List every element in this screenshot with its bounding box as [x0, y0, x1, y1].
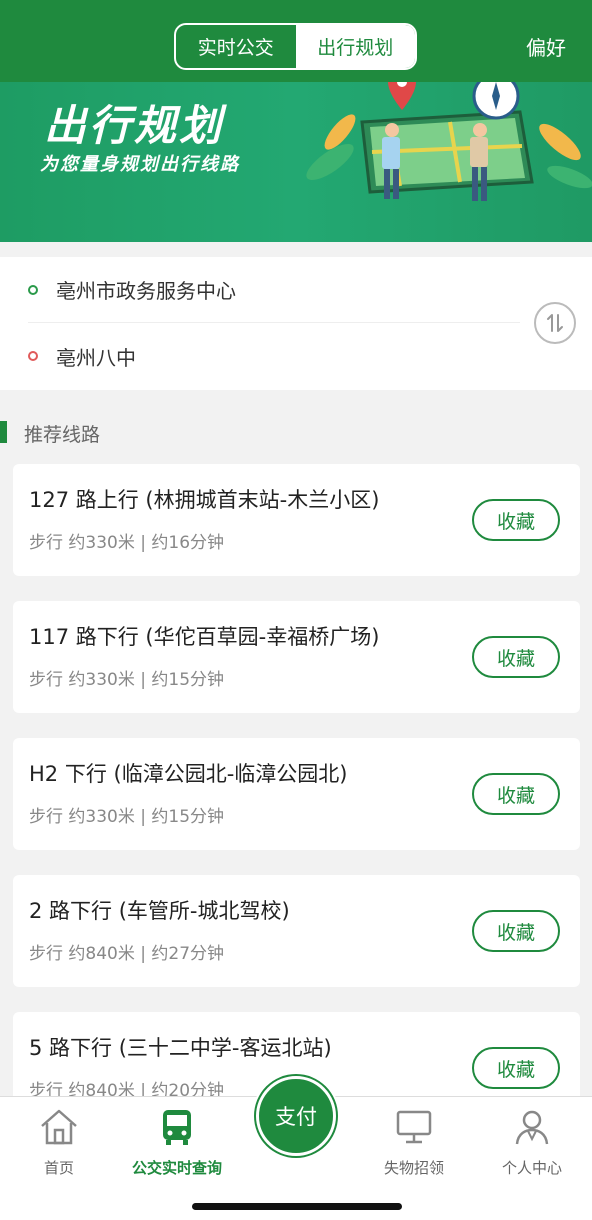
- tab-trip-planning[interactable]: 出行规划: [295, 25, 415, 68]
- map-illustration-icon: [306, 82, 592, 201]
- mode-segmented-control: 实时公交 出行规划: [174, 23, 417, 70]
- route-name: 127 路上行 (林拥城首末站-木兰小区): [29, 488, 380, 512]
- banner-subtitle: 为您量身规划出行线路: [40, 154, 240, 175]
- home-indicator[interactable]: [192, 1203, 402, 1210]
- tab-profile[interactable]: 个人中心: [477, 1105, 587, 1178]
- list-item[interactable]: 2 路下行 (车管所-城北驾校) 步行 约840米 | 约27分钟 收藏: [13, 875, 580, 987]
- origin-text: 亳州市政务服务中心: [56, 279, 236, 303]
- destination-dot-icon: [28, 351, 38, 361]
- favorite-button[interactable]: 收藏: [472, 910, 560, 952]
- tab-lost-found-label: 失物招领: [383, 1159, 444, 1177]
- tab-realtime-bus[interactable]: 实时公交: [176, 25, 296, 68]
- preference-button[interactable]: 偏好: [526, 32, 566, 61]
- favorite-button[interactable]: 收藏: [472, 636, 560, 678]
- route-meta: 步行 约330米 | 约16分钟: [29, 533, 225, 553]
- section-title: 推荐线路: [24, 424, 101, 446]
- route-meta: 步行 约330米 | 约15分钟: [29, 807, 225, 827]
- route-name: 117 路下行 (华佗百草园-幸福桥广场): [29, 625, 380, 649]
- home-icon: [4, 1105, 114, 1149]
- bus-icon: [122, 1105, 232, 1149]
- person-icon: [477, 1105, 587, 1149]
- pay-button-label: 支付: [256, 1076, 336, 1156]
- tab-profile-label: 个人中心: [501, 1159, 562, 1177]
- list-item[interactable]: H2 下行 (临漳公园北-临漳公园北) 步行 约330米 | 约15分钟 收藏: [13, 738, 580, 850]
- destination-text: 亳州八中: [56, 345, 136, 370]
- route-input-card: 亳州市政务服务中心 亳州八中: [0, 257, 592, 390]
- origin-dot-icon: [28, 284, 38, 295]
- favorite-button[interactable]: 收藏: [472, 499, 560, 541]
- tab-bus-realtime[interactable]: 公交实时查询: [122, 1105, 232, 1178]
- banner-title: 出行规划: [44, 101, 225, 150]
- trip-planning-banner: 出行规划 为您量身规划出行线路: [0, 82, 592, 242]
- list-item[interactable]: 127 路上行 (林拥城首末站-木兰小区) 步行 约330米 | 约16分钟 收…: [13, 464, 580, 576]
- favorite-button[interactable]: 收藏: [472, 773, 560, 815]
- destination-field[interactable]: 亳州八中: [28, 323, 520, 389]
- route-meta: 步行 约840米 | 约27分钟: [29, 944, 225, 964]
- section-accent-bar: [0, 421, 7, 443]
- tab-lost-found[interactable]: 失物招领: [359, 1105, 469, 1178]
- top-header: 实时公交 出行规划 偏好: [0, 0, 592, 82]
- tab-bus-realtime-label: 公交实时查询: [131, 1159, 222, 1177]
- swap-vertical-icon[interactable]: [534, 302, 576, 344]
- tab-home[interactable]: 首页: [4, 1105, 114, 1178]
- monitor-icon: [359, 1105, 469, 1149]
- pay-button[interactable]: 支付: [252, 1072, 340, 1160]
- favorite-button[interactable]: 收藏: [472, 1047, 560, 1089]
- route-name: 2 路下行 (车管所-城北驾校): [29, 899, 290, 923]
- route-name: 5 路下行 (三十二中学-客运北站): [29, 1036, 332, 1060]
- route-name: H2 下行 (临漳公园北-临漳公园北): [29, 762, 348, 786]
- origin-field[interactable]: 亳州市政务服务中心: [28, 257, 520, 323]
- route-meta: 步行 约330米 | 约15分钟: [29, 670, 225, 690]
- list-item[interactable]: 117 路下行 (华佗百草园-幸福桥广场) 步行 约330米 | 约15分钟 收…: [13, 601, 580, 713]
- tab-home-label: 首页: [43, 1159, 74, 1177]
